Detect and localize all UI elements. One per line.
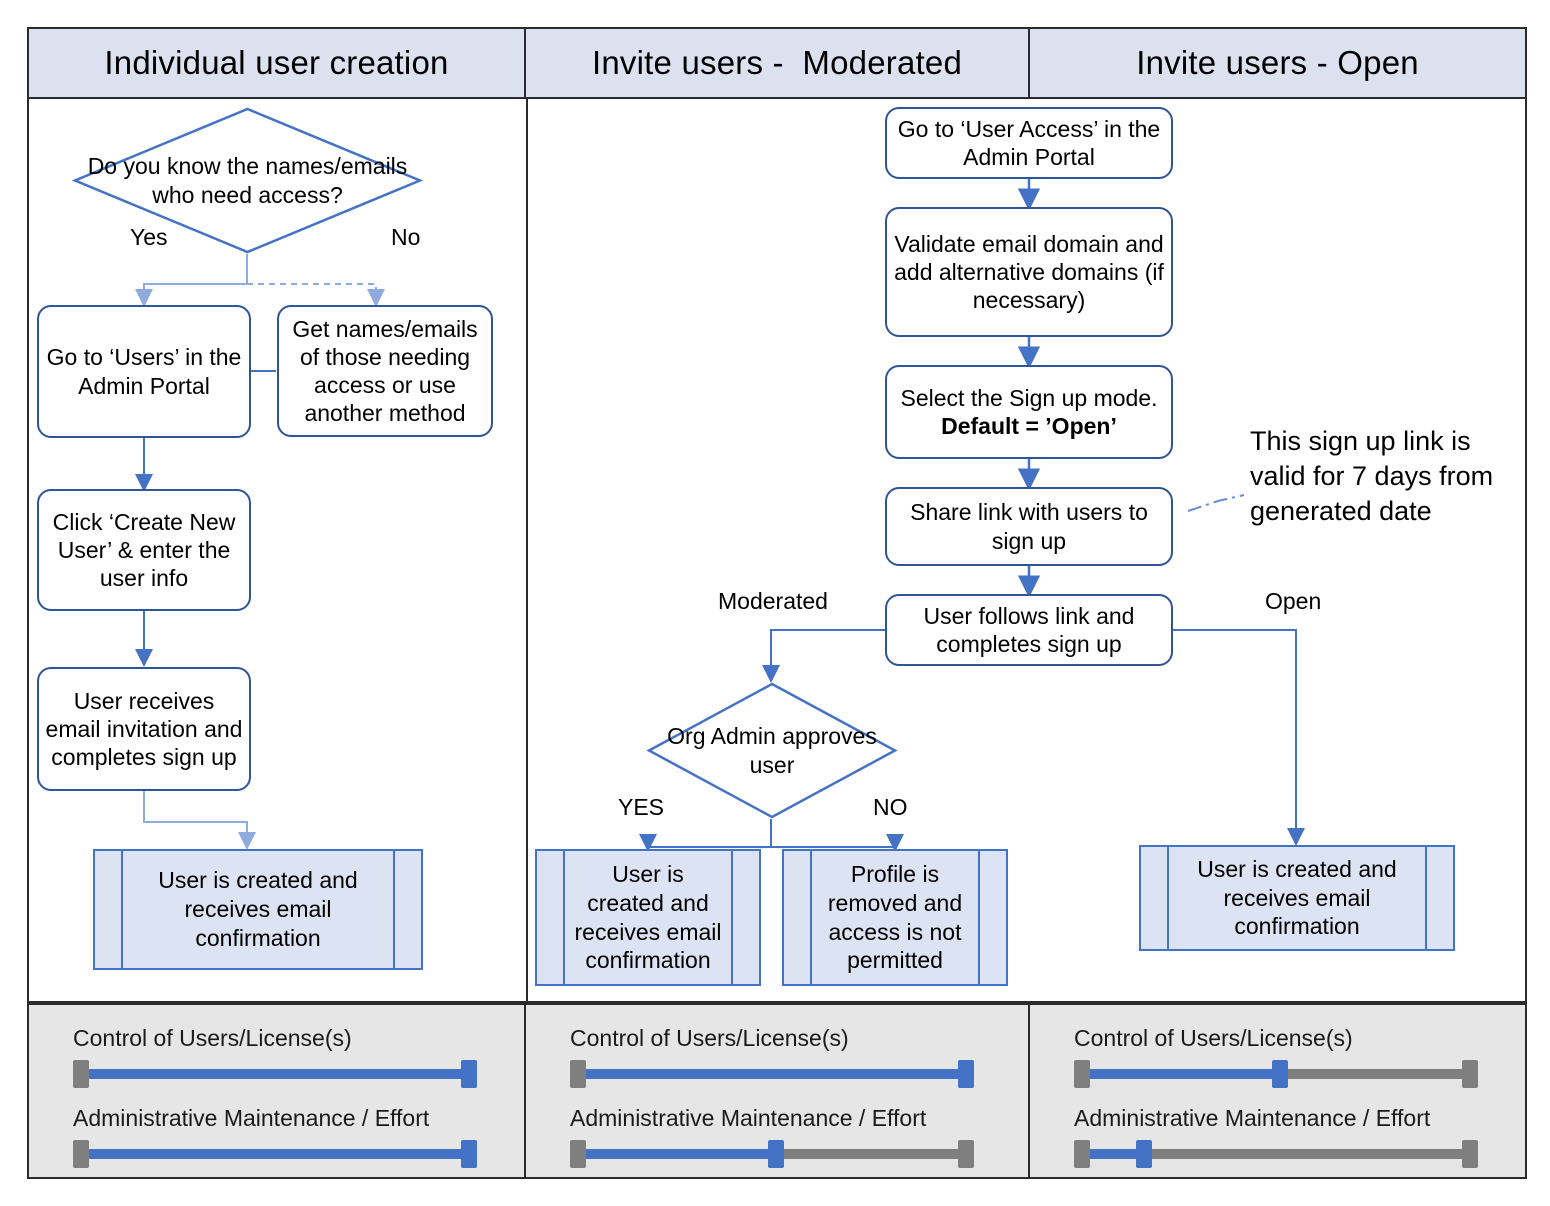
slider-control-wrap bbox=[73, 1057, 524, 1091]
slider-end-left bbox=[73, 1060, 89, 1088]
slider-end-right bbox=[1462, 1060, 1478, 1088]
slider-administrative-maintenance[interactable] bbox=[73, 1137, 477, 1171]
node-validate-email-domain: Validate email domain and add alternativ… bbox=[885, 207, 1173, 337]
flowchart-area: Do you know the names/emails who need ac… bbox=[27, 99, 1527, 1003]
slider-fill bbox=[1082, 1149, 1145, 1159]
callout-signup-link-validity: This sign up link is valid for 7 days fr… bbox=[1250, 426, 1494, 527]
node-user-follows-link: User follows link and completes sign up bbox=[885, 594, 1173, 666]
slider-label-control: Control of Users/License(s) bbox=[570, 1025, 849, 1051]
decision-org-admin-approves: Org Admin approves user bbox=[646, 682, 898, 819]
branch-label-no: No bbox=[391, 224, 421, 250]
slider-label-control: Control of Users/License(s) bbox=[1074, 1025, 1353, 1051]
slider-control-users-license[interactable] bbox=[570, 1057, 974, 1091]
branch-label-moderated: Moderated bbox=[718, 588, 828, 614]
decision-label: Do you know the names/emails who need ac… bbox=[87, 152, 408, 208]
comparison-sliders: Control of Users/License(s) Administrati… bbox=[27, 1003, 1527, 1179]
slider-fill bbox=[1082, 1069, 1280, 1079]
signup-mode-default: Default = ’Open’ bbox=[941, 413, 1117, 439]
slider-end-left bbox=[570, 1060, 586, 1088]
node-go-to-users: Go to ‘Users’ in the Admin Portal bbox=[37, 305, 251, 438]
slider-end-right bbox=[1462, 1140, 1478, 1168]
slider-fill bbox=[81, 1149, 469, 1159]
column-individual-user-creation: Do you know the names/emails who need ac… bbox=[29, 99, 528, 1001]
slider-admin-wrap bbox=[570, 1137, 1028, 1171]
node-select-signup-mode: Select the Sign up mode. Default = ’Open… bbox=[885, 365, 1173, 459]
node-click-create-new-user: Click ‘Create New User’ & enter the user… bbox=[37, 489, 251, 611]
slider-label-admin: Administrative Maintenance / Effort bbox=[73, 1105, 430, 1131]
slider-control-users-license[interactable] bbox=[1074, 1057, 1478, 1091]
slider-end-right bbox=[958, 1140, 974, 1168]
node-go-to-user-access: Go to ‘User Access’ in the Admin Portal bbox=[885, 107, 1173, 179]
slider-group-open: Control of Users/License(s) Administrati… bbox=[1030, 1005, 1525, 1177]
slider-label-control: Control of Users/License(s) bbox=[73, 1025, 352, 1051]
terminal-user-created-confirmation: User is created and receives email confi… bbox=[93, 849, 423, 970]
slider-control-users-license[interactable] bbox=[73, 1057, 477, 1091]
slider-label-admin: Administrative Maintenance / Effort bbox=[570, 1105, 927, 1131]
slider-administrative-maintenance[interactable] bbox=[1074, 1137, 1478, 1171]
column-invite-users: Go to ‘User Access’ in the Admin Portal … bbox=[528, 99, 1525, 1001]
slider-admin-wrap bbox=[73, 1137, 524, 1171]
slider-control-wrap bbox=[1074, 1057, 1525, 1091]
slider-end-left bbox=[1074, 1140, 1090, 1168]
slider-thumb[interactable] bbox=[1136, 1140, 1153, 1168]
slider-thumb[interactable] bbox=[767, 1140, 784, 1168]
slider-fill bbox=[578, 1149, 776, 1159]
slider-end-left bbox=[1074, 1060, 1090, 1088]
header-invite-users-open: Invite users - Open bbox=[1030, 29, 1525, 97]
diagram-root: Individual user creation Invite users - … bbox=[0, 0, 1550, 1206]
header-invite-users-moderated: Invite users - Moderated bbox=[526, 29, 1030, 97]
terminal-label: User is created and receives email confi… bbox=[158, 867, 358, 951]
column-headers: Individual user creation Invite users - … bbox=[27, 27, 1527, 99]
slider-group-individual: Control of Users/License(s) Administrati… bbox=[29, 1005, 526, 1177]
slider-control-wrap bbox=[570, 1057, 1028, 1091]
slider-group-moderated: Control of Users/License(s) Administrati… bbox=[526, 1005, 1030, 1177]
header-individual-user-creation: Individual user creation bbox=[29, 29, 526, 97]
branch-label-yes: YES bbox=[618, 794, 665, 820]
slider-administrative-maintenance[interactable] bbox=[570, 1137, 974, 1171]
decision-know-names-emails: Do you know the names/emails who need ac… bbox=[71, 107, 424, 254]
terminal-label: User is created and receives email confi… bbox=[574, 861, 722, 974]
terminal-label: User is created and receives email confi… bbox=[1197, 855, 1397, 940]
slider-label-admin: Administrative Maintenance / Effort bbox=[1074, 1105, 1431, 1131]
terminal-yes-user-created: User is created and receives email confi… bbox=[535, 849, 761, 986]
slider-end-left bbox=[73, 1140, 89, 1168]
slider-thumb[interactable] bbox=[461, 1140, 477, 1168]
slider-thumb[interactable] bbox=[461, 1060, 477, 1088]
terminal-open-user-created: User is created and receives email confi… bbox=[1139, 845, 1455, 951]
slider-end-left bbox=[570, 1140, 586, 1168]
node-share-link: Share link with users to sign up bbox=[885, 487, 1173, 566]
terminal-label: Profile is removed and access is not per… bbox=[827, 861, 963, 974]
node-get-names-emails: Get names/emails of those needing access… bbox=[277, 305, 493, 437]
signup-mode-line1: Select the Sign up mode. bbox=[900, 384, 1158, 411]
slider-fill bbox=[578, 1069, 966, 1079]
node-user-receives-email: User receives email invitation and compl… bbox=[37, 667, 251, 791]
branch-label-no: NO bbox=[873, 794, 908, 820]
slider-thumb[interactable] bbox=[1271, 1060, 1288, 1088]
terminal-no-profile-removed: Profile is removed and access is not per… bbox=[782, 849, 1008, 986]
decision-label: Org Admin approves user bbox=[667, 722, 877, 778]
branch-label-yes: Yes bbox=[130, 224, 168, 250]
slider-fill bbox=[81, 1069, 469, 1079]
slider-admin-wrap bbox=[1074, 1137, 1525, 1171]
branch-label-open: Open bbox=[1265, 588, 1322, 614]
slider-thumb[interactable] bbox=[958, 1060, 974, 1088]
